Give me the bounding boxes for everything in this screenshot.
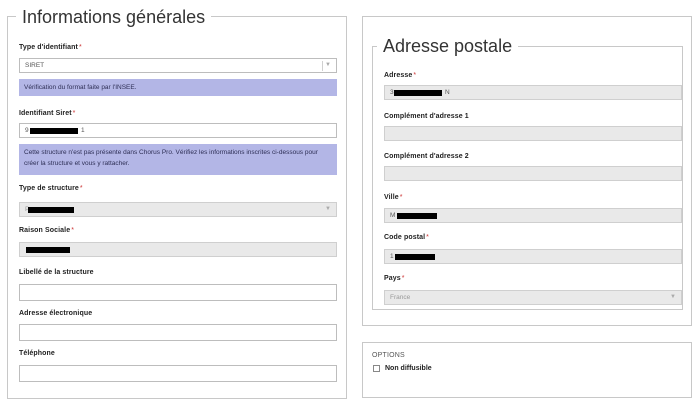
address-input[interactable]: 3 N [384,85,682,100]
identifier-type-label: Type d'identifiant* [19,44,82,51]
identifier-type-value: SIRET [25,62,45,69]
postal-address-title: Adresse postale [377,36,519,56]
complement1-label: Complément d'adresse 1 [384,113,469,120]
options-title: OPTIONS [372,352,405,359]
postal-address-panel: Adresse postale Adresse* 3 N Complément … [362,16,692,326]
social-reason-label: Raison Sociale* [19,227,75,234]
insee-notice: Vérification du format faite par l'INSEE… [19,79,337,96]
redaction-bar [395,254,435,260]
general-info-title: Informations générales [16,7,212,27]
non-diffusible-label[interactable]: Non diffusible [385,365,432,372]
structure-label-input[interactable] [19,284,337,301]
complement1-input[interactable] [384,126,682,141]
redaction-bar [28,207,74,213]
address-label: Adresse* [384,72,417,79]
email-label: Adresse électronique [19,310,93,317]
siret-input[interactable]: 9 1 [19,123,337,138]
phone-label: Téléphone [19,350,55,357]
phone-input[interactable] [19,365,337,382]
postal-code-label: Code postal* [384,234,429,241]
email-input[interactable] [19,324,337,341]
social-reason-input[interactable] [19,242,337,257]
siret-label: Identifiant Siret* [19,110,76,117]
country-label: Pays* [384,275,405,282]
country-select[interactable]: France ▼ [384,290,682,305]
identifier-type-select[interactable]: SIRET ▼ [19,58,337,73]
options-panel: OPTIONS Non diffusible [362,342,692,398]
postal-code-input[interactable]: 1 [384,249,682,264]
redaction-bar [397,213,437,219]
general-info-fieldset: Informations générales Type d'identifian… [7,7,347,399]
redaction-bar [26,247,70,253]
chevron-down-icon: ▼ [325,62,331,68]
city-input[interactable]: M [384,208,682,223]
city-label: Ville* [384,194,403,201]
complement2-label: Complément d'adresse 2 [384,153,469,160]
country-value: France [390,294,411,301]
chorus-notice: Cette structure n'est pas présente dans … [19,144,337,175]
structure-type-label: Type de structure* [19,185,83,192]
complement2-input[interactable] [384,166,682,181]
redaction-bar [394,90,442,96]
structure-type-select[interactable]: P ▼ [19,202,337,217]
chevron-down-icon: ▼ [670,294,676,300]
chevron-down-icon: ▼ [325,206,331,212]
non-diffusible-checkbox[interactable] [373,365,380,372]
structure-label-label: Libellé de la structure [19,269,94,276]
redaction-bar [30,128,78,134]
